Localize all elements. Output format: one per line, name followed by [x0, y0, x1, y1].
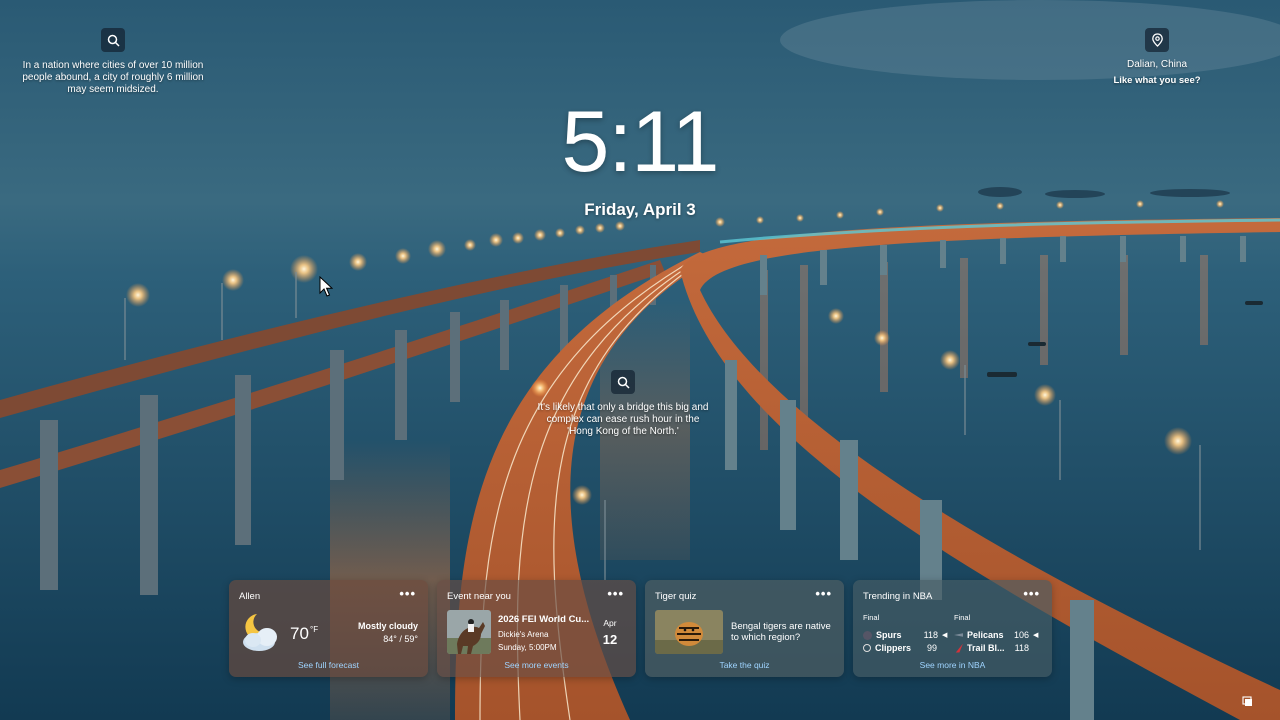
more-options-icon[interactable]: •••: [1023, 586, 1040, 601]
see-full-forecast-link[interactable]: See full forecast: [229, 660, 428, 670]
nba-widget-title: Trending in NBA: [863, 591, 933, 602]
event-thumbnail: [447, 610, 491, 654]
team-score: 99: [926, 643, 937, 653]
location-pin-icon[interactable]: [1145, 28, 1169, 52]
team-name: Trail Bl...: [967, 643, 1005, 653]
weather-condition: Mostly cloudy: [357, 621, 418, 631]
quiz-widget-title: Tiger quiz: [655, 591, 697, 602]
team-row: Trail Bl... 118: [954, 643, 1029, 653]
team-row: Spurs 118 ◀: [863, 630, 947, 640]
fact-text-middle: It's likely that only a bridge this big …: [537, 402, 709, 437]
weather-unit: °F: [310, 625, 319, 634]
see-more-events-link[interactable]: See more events: [437, 660, 636, 670]
fact-hotspot-top[interactable]: In a nation where cities of over 10 mill…: [22, 28, 204, 96]
take-the-quiz-link[interactable]: Take the quiz: [645, 660, 844, 670]
event-widget-title: Event near you: [447, 591, 511, 602]
winner-arrow-icon: ◀: [1033, 632, 1039, 639]
search-icon[interactable]: [101, 28, 125, 52]
like-what-you-see-link[interactable]: Like what you see?: [1096, 75, 1218, 86]
event-venue: Dickie's Arena: [498, 630, 549, 639]
team-name: Spurs: [876, 630, 902, 640]
tiger-thumbnail: [655, 610, 723, 654]
tiger-quiz-widget[interactable]: Tiger quiz ••• Bengal tigers are native …: [645, 580, 844, 677]
weather-high-low: 84° / 59°: [383, 634, 418, 644]
game-status: Final: [863, 613, 880, 622]
mouse-cursor-icon: [319, 276, 333, 297]
lock-screen-time: 5:11: [561, 94, 720, 190]
search-icon[interactable]: [611, 370, 635, 394]
clippers-logo-icon: [863, 644, 871, 652]
spurs-logo-icon: [863, 630, 872, 640]
team-score: 118: [923, 630, 938, 640]
event-time: Sunday, 5:00PM: [498, 643, 557, 652]
location-name: Dalian, China: [1126, 59, 1188, 70]
location-info[interactable]: Dalian, China Like what you see?: [1096, 28, 1218, 86]
event-widget[interactable]: Event near you ••• 2026 FEI World Cu... …: [437, 580, 636, 677]
team-name: Pelicans: [967, 630, 1004, 640]
network-status-icon[interactable]: [1242, 696, 1253, 707]
pelicans-logo-icon: [954, 633, 963, 637]
trail-blazers-logo-icon: [955, 643, 963, 653]
see-more-in-nba-link[interactable]: See more in NBA: [853, 660, 1052, 670]
team-score: 106: [1013, 630, 1029, 640]
event-name: 2026 FEI World Cu...: [498, 614, 590, 625]
nba-scores-widget[interactable]: Trending in NBA ••• Final Spurs 118 ◀ Cl…: [853, 580, 1052, 677]
weather-location: Allen: [239, 591, 261, 602]
more-options-icon[interactable]: •••: [607, 586, 624, 601]
more-options-icon[interactable]: •••: [815, 586, 832, 601]
quiz-question: Bengal tigers are native to which region…: [731, 621, 831, 643]
game-status: Final: [954, 613, 971, 622]
weather-widget[interactable]: Allen ••• 70 °F Mostly cloudy 84° / 59° …: [229, 580, 428, 677]
partly-cloudy-night-icon: [243, 614, 277, 651]
team-row: Pelicans 106 ◀: [954, 630, 1038, 640]
event-day: 12: [602, 632, 618, 647]
team-score: 118: [1014, 643, 1029, 653]
fact-hotspot-middle[interactable]: It's likely that only a bridge this big …: [533, 370, 713, 438]
fact-text-top: In a nation where cities of over 10 mill…: [22, 60, 204, 95]
team-name: Clippers: [875, 643, 912, 653]
lock-screen-date: Friday, April 3: [584, 200, 696, 219]
winner-arrow-icon: ◀: [942, 632, 948, 639]
more-options-icon[interactable]: •••: [399, 586, 416, 601]
weather-temperature: 70: [290, 624, 309, 643]
team-row: Clippers 99: [863, 643, 937, 653]
event-month: Apr: [603, 618, 617, 628]
